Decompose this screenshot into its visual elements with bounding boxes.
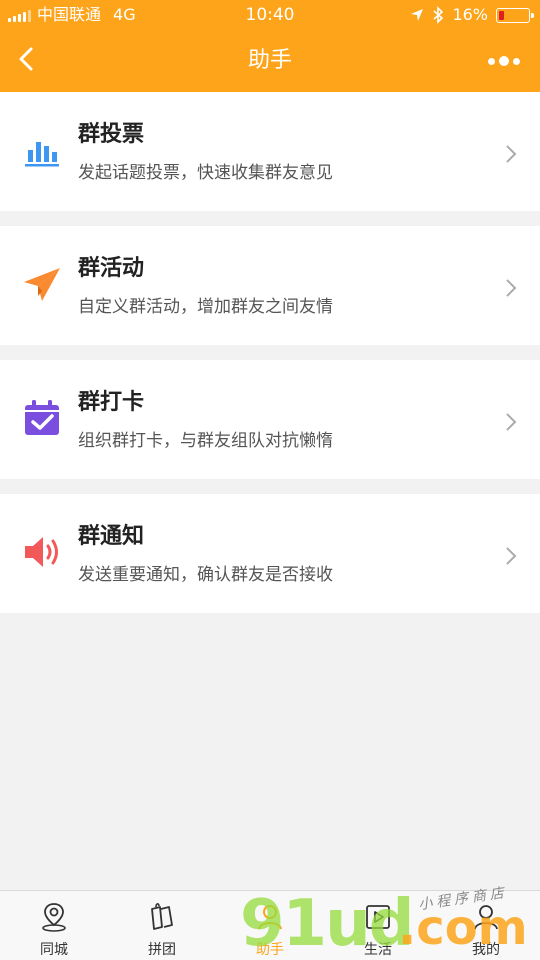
location-arrow-icon xyxy=(411,9,424,21)
tab-label: 我的 xyxy=(472,942,500,958)
paper-plane-icon xyxy=(24,268,60,301)
nav-bar: 助手 xyxy=(0,30,540,92)
tab-label: 生活 xyxy=(364,942,392,958)
item-title: 群投票 xyxy=(78,122,145,147)
item-title: 群活动 xyxy=(78,256,145,281)
chevron-right-icon xyxy=(506,547,517,565)
item-description: 发起话题投票，快速收集群友意见 xyxy=(78,163,333,183)
chevron-right-icon xyxy=(506,279,517,297)
item-description: 组织群打卡，与群友组队对抗懒惰 xyxy=(78,431,333,451)
tab-mine[interactable]: 我的 xyxy=(432,891,540,960)
tab-helper[interactable]: 助手 xyxy=(216,891,324,960)
chevron-right-icon xyxy=(506,145,517,163)
tab-city[interactable]: 同城 xyxy=(0,891,108,960)
list-item-vote[interactable]: 群投票 发起话题投票，快速收集群友意见 xyxy=(0,92,540,211)
item-title: 群打卡 xyxy=(78,390,145,415)
item-description: 发送重要通知，确认群友是否接收 xyxy=(78,565,333,585)
tab-bar: 同城 拼团 助手 生活 我的 xyxy=(0,890,540,960)
tab-life[interactable]: 生活 xyxy=(324,891,432,960)
tab-label: 助手 xyxy=(256,942,284,958)
dot-icon xyxy=(513,57,520,65)
page-title: 助手 xyxy=(247,48,292,73)
calendar-check-icon xyxy=(25,400,59,435)
header: 中国联通 4G 10:40 16% 助手 xyxy=(0,0,540,92)
dot-icon xyxy=(488,57,495,65)
list-item-activity[interactable]: 群活动 自定义群活动，增加群友之间友情 xyxy=(0,226,540,345)
item-description: 自定义群活动，增加群友之间友情 xyxy=(78,297,333,317)
helper-icon xyxy=(258,905,282,930)
item-title: 群通知 xyxy=(78,524,145,549)
speaker-icon xyxy=(25,537,58,567)
battery-percent: 16% xyxy=(452,5,488,24)
more-options-button[interactable] xyxy=(484,50,524,72)
list-item-checkin[interactable]: 群打卡 组织群打卡，与群友组队对抗懒惰 xyxy=(0,360,540,479)
tab-label: 拼团 xyxy=(148,942,176,958)
location-icon xyxy=(42,903,66,932)
bluetooth-icon xyxy=(433,6,444,24)
status-bar: 中国联通 4G 10:40 16% xyxy=(0,0,540,30)
list-item-notice[interactable]: 群通知 发送重要通知，确认群友是否接收 xyxy=(0,494,540,613)
chevron-right-icon xyxy=(506,413,517,431)
tab-group-buy[interactable]: 拼团 xyxy=(108,891,216,960)
user-icon xyxy=(474,905,498,930)
bar-chart-icon xyxy=(25,142,59,167)
battery-icon xyxy=(496,7,534,23)
life-icon xyxy=(366,905,390,929)
tab-label: 同城 xyxy=(40,942,68,958)
tag-icon xyxy=(151,903,173,930)
dot-icon xyxy=(499,56,509,66)
